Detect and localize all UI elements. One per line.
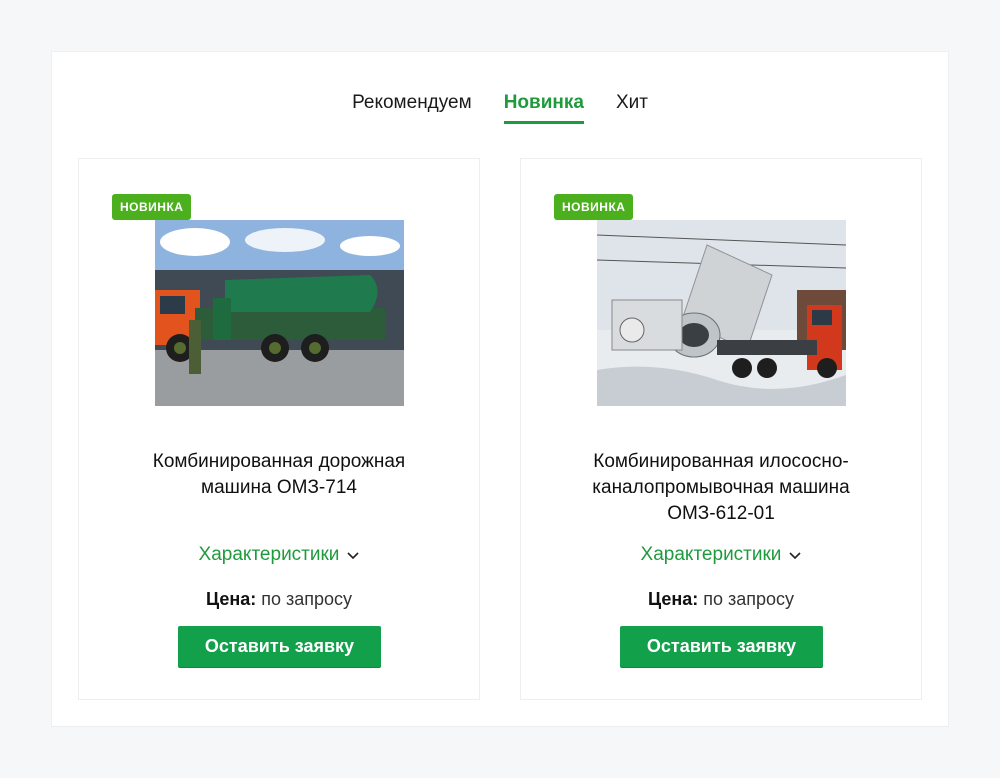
specs-label: Характеристики xyxy=(640,544,782,566)
new-badge: НОВИНКА xyxy=(112,194,192,220)
product-title-line: Комбинированная илососно- xyxy=(593,451,849,472)
price-label: Цена: xyxy=(205,589,257,609)
price-label: Цена: xyxy=(647,589,699,609)
product-image[interactable] xyxy=(597,220,846,406)
product-title-line: Комбинированная дорожная xyxy=(152,451,406,472)
tab-recommended[interactable]: Рекомендуем xyxy=(352,92,472,122)
tab-new[interactable]: Новинка xyxy=(503,92,585,124)
product-title-line: ОМЗ-612-01 xyxy=(667,503,775,524)
product-title[interactable]: Комбинированная дорожная машина ОМЗ-714 xyxy=(109,449,449,501)
specs-toggle[interactable]: Характеристики xyxy=(521,544,921,566)
product-title-line: машина ОМЗ-714 xyxy=(201,477,357,498)
product-title-line: каналопромывочная машина xyxy=(592,477,850,498)
product-card: НОВИНКА Комбинированная илососно- канало… xyxy=(520,158,922,700)
product-title[interactable]: Комбинированная илососно- каналопромывоч… xyxy=(551,449,891,527)
specs-label: Характеристики xyxy=(198,544,340,566)
product-card: НОВИНКА Комбинированная дорожная машина … xyxy=(78,158,480,700)
chevron-down-icon xyxy=(789,544,802,566)
chevron-down-icon xyxy=(347,544,360,566)
request-button[interactable]: Оставить заявку xyxy=(178,626,381,667)
price-value: по запросу xyxy=(261,589,353,609)
price: Цена: по запросу xyxy=(521,589,921,610)
product-image[interactable] xyxy=(155,220,404,406)
tab-hit[interactable]: Хит xyxy=(616,92,648,122)
specs-toggle[interactable]: Характеристики xyxy=(79,544,479,566)
new-badge: НОВИНКА xyxy=(554,194,634,220)
product-tabs: Рекомендуем Новинка Хит xyxy=(0,92,1000,124)
price: Цена: по запросу xyxy=(79,589,479,610)
request-button[interactable]: Оставить заявку xyxy=(620,626,823,667)
price-value: по запросу xyxy=(703,589,795,609)
